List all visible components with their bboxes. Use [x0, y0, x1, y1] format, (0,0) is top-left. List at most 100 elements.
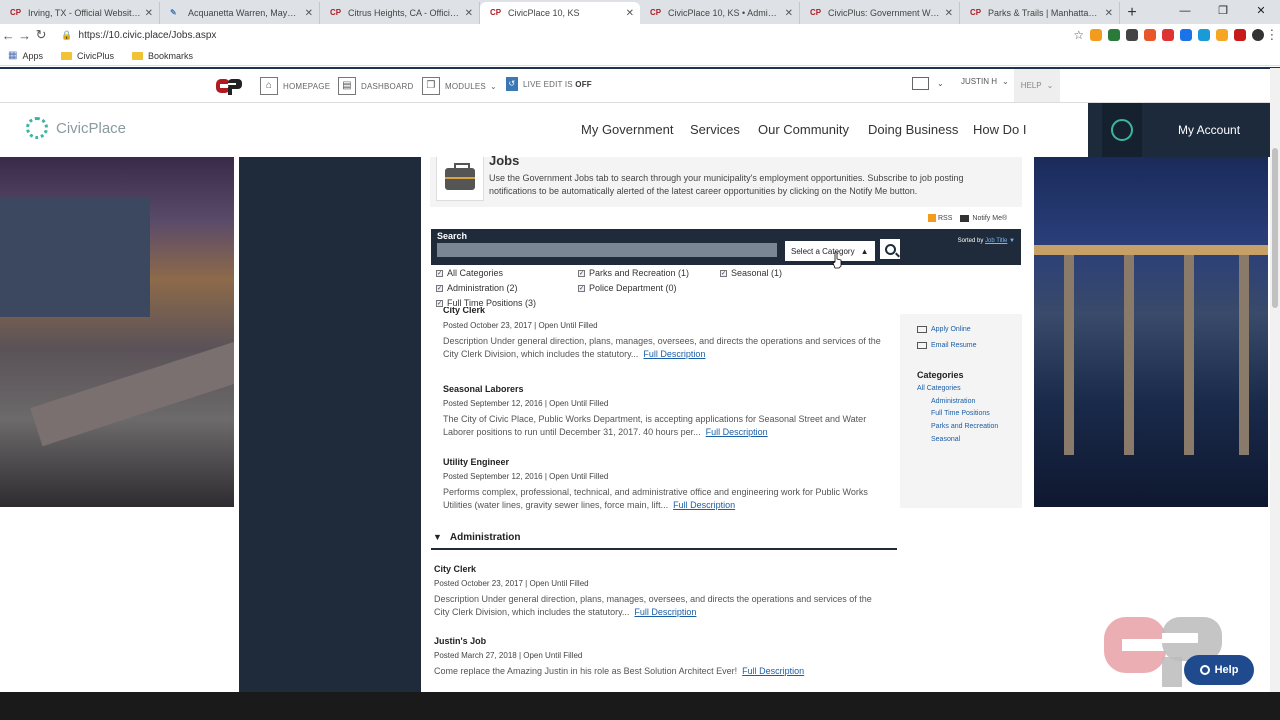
- extension-icon[interactable]: [1179, 29, 1192, 41]
- close-tab-icon[interactable]: ✕: [626, 8, 634, 19]
- my-account-button[interactable]: My Account: [1088, 103, 1270, 157]
- full-description-link[interactable]: Full Description: [643, 349, 705, 359]
- close-tab-icon[interactable]: ✕: [305, 8, 313, 19]
- modules-menu[interactable]: ❐ MODULES ⌄: [422, 77, 497, 95]
- bridge-night-photo: [1034, 157, 1268, 507]
- extension-icon[interactable]: [1215, 29, 1228, 41]
- search-input[interactable]: [437, 243, 777, 257]
- checkbox-checked-icon[interactable]: ✓: [578, 284, 585, 292]
- checkbox-checked-icon[interactable]: ✓: [436, 284, 443, 292]
- browser-tab[interactable]: CP CivicPlace 10, KS • Admin Home ✕: [640, 2, 800, 24]
- full-description-link[interactable]: Full Description: [706, 427, 768, 437]
- browser-tab[interactable]: CP Parks & Trails | Manhattan Parks ✕: [960, 2, 1120, 24]
- extension-icon[interactable]: [1143, 29, 1156, 41]
- nav-services[interactable]: Services: [690, 122, 740, 137]
- nav-doing-business[interactable]: Doing Business: [868, 122, 958, 137]
- bookmark-label: Apps: [22, 50, 43, 61]
- help-menu[interactable]: HELP ⌄: [1014, 69, 1060, 102]
- job-title[interactable]: City Clerk: [434, 564, 884, 574]
- lock-icon: 🔒: [61, 29, 73, 40]
- restore-icon[interactable]: ❐: [1204, 0, 1242, 22]
- user-menu[interactable]: JUSTIN H ⌄: [961, 77, 1009, 86]
- live-edit-icon: ↺: [506, 77, 518, 91]
- checkbox-checked-icon[interactable]: ✓: [436, 299, 443, 307]
- category-link-administration[interactable]: Administration: [931, 398, 975, 405]
- new-tab-button[interactable]: +: [1120, 2, 1144, 24]
- filter-label: All Categories: [447, 268, 504, 278]
- browser-tab[interactable]: CP CivicPlus: Government Website D ✕: [800, 2, 960, 24]
- job-title[interactable]: Seasonal Laborers: [443, 384, 893, 394]
- site-logo[interactable]: CivicPlace: [26, 117, 126, 139]
- nav-my-government[interactable]: My Government: [581, 122, 673, 137]
- filter-administration[interactable]: ✓ Administration (2): [436, 283, 518, 293]
- messages-menu[interactable]: ⌄: [912, 77, 944, 90]
- filter-seasonal[interactable]: ✓ Seasonal (1): [720, 268, 782, 278]
- filter-all-categories[interactable]: ✓ All Categories: [436, 268, 503, 278]
- extension-icon[interactable]: [1233, 29, 1246, 41]
- scrollbar-thumb[interactable]: [1272, 148, 1278, 308]
- extension-icon[interactable]: [1197, 29, 1210, 41]
- live-edit-label: LIVE EDIT IS: [523, 79, 573, 89]
- profile-avatar-icon[interactable]: [1251, 29, 1264, 41]
- extension-icon[interactable]: [1161, 29, 1174, 41]
- civicplace-logo-icon: [26, 117, 48, 139]
- bookmark-star-icon[interactable]: ☆: [1073, 28, 1084, 42]
- homepage-link[interactable]: ⌂ HOMEPAGE: [260, 77, 330, 95]
- forward-icon[interactable]: →: [16, 28, 32, 43]
- apply-online-link[interactable]: Apply Online: [917, 326, 971, 333]
- extension-icon[interactable]: [1125, 29, 1138, 41]
- close-tab-icon[interactable]: ✕: [465, 8, 473, 19]
- reload-icon[interactable]: ↻: [33, 27, 49, 43]
- browser-tab[interactable]: CP Citrus Heights, CA - Official Web ✕: [320, 2, 480, 24]
- job-title[interactable]: Utility Engineer: [443, 457, 893, 467]
- nav-our-community[interactable]: Our Community: [758, 122, 849, 137]
- category-select[interactable]: Select a Category ▲: [785, 241, 875, 261]
- browser-menu-icon[interactable]: ⋮: [1264, 27, 1280, 43]
- bookmark-apps[interactable]: ▦ Apps: [8, 50, 43, 61]
- close-tab-icon[interactable]: ✕: [945, 8, 953, 19]
- nav-how-do-i[interactable]: How Do I: [973, 122, 1026, 137]
- section-header-administration[interactable]: ▼ Administration: [431, 532, 897, 550]
- close-tab-icon[interactable]: ✕: [785, 8, 793, 19]
- url-field[interactable]: 🔒 https://10.civic.place/Jobs.aspx: [61, 26, 1011, 44]
- close-tab-icon[interactable]: ✕: [1105, 8, 1113, 19]
- admin-toolbar: ⌂ HOMEPAGE ▤ DASHBOARD ❐ MODULES ⌄ ↺ LIVE EDI…: [0, 67, 1280, 103]
- bookmark-bookmarks[interactable]: Bookmarks: [131, 51, 193, 61]
- filter-parks-recreation[interactable]: ✓ Parks and Recreation (1): [578, 268, 689, 278]
- dashboard-link[interactable]: ▤ DASHBOARD: [338, 77, 413, 95]
- bookmark-civicplus[interactable]: CivicPlus: [60, 51, 114, 61]
- browser-tab[interactable]: CP Irving, TX - Official Website | Offi ✕: [0, 2, 160, 24]
- email-resume-link[interactable]: Email Resume: [917, 342, 977, 349]
- minimize-icon[interactable]: —: [1166, 0, 1204, 22]
- back-icon[interactable]: ←: [0, 28, 16, 43]
- tab-title: Irving, TX - Official Website | Offi: [28, 8, 141, 18]
- extension-icon[interactable]: [1090, 29, 1103, 41]
- checkbox-checked-icon[interactable]: ✓: [720, 269, 727, 277]
- browser-tab-active[interactable]: CP CivicPlace 10, KS ✕: [480, 2, 640, 24]
- extension-icon[interactable]: [1108, 29, 1120, 41]
- close-window-icon[interactable]: ✕: [1242, 0, 1280, 22]
- page-scrollbar[interactable]: [1270, 68, 1280, 692]
- category-link-parks[interactable]: Parks and Recreation: [931, 423, 998, 430]
- close-tab-icon[interactable]: ✕: [145, 8, 153, 19]
- checkbox-checked-icon[interactable]: ✓: [436, 269, 443, 277]
- category-link-full-time[interactable]: Full Time Positions: [931, 410, 990, 417]
- job-title[interactable]: Justin's Job: [434, 636, 884, 646]
- checkbox-checked-icon[interactable]: ✓: [578, 269, 585, 277]
- filter-police-department[interactable]: ✓ Police Department (0): [578, 283, 677, 293]
- sort-field-link[interactable]: Job Title: [985, 238, 1007, 244]
- live-edit-toggle[interactable]: ↺ LIVE EDIT IS OFF: [506, 77, 592, 91]
- category-link-all[interactable]: All Categories: [917, 385, 961, 392]
- notify-me-link[interactable]: Notify Me®: [972, 215, 1007, 222]
- email-resume-label: Email Resume: [931, 342, 977, 349]
- full-description-link[interactable]: Full Description: [634, 607, 696, 617]
- browser-tab[interactable]: ✎ Acquanetta Warren, Mayor | Font ✕: [160, 2, 320, 24]
- full-description-link[interactable]: Full Description: [742, 666, 804, 676]
- category-link-seasonal[interactable]: Seasonal: [931, 436, 960, 443]
- full-description-link[interactable]: Full Description: [673, 500, 735, 510]
- job-title[interactable]: City Clerk: [443, 307, 893, 316]
- rss-link[interactable]: RSS: [938, 215, 952, 222]
- civicplus-logo-icon[interactable]: [216, 77, 242, 95]
- search-button[interactable]: [880, 239, 900, 259]
- help-chat-button[interactable]: Help: [1184, 655, 1254, 685]
